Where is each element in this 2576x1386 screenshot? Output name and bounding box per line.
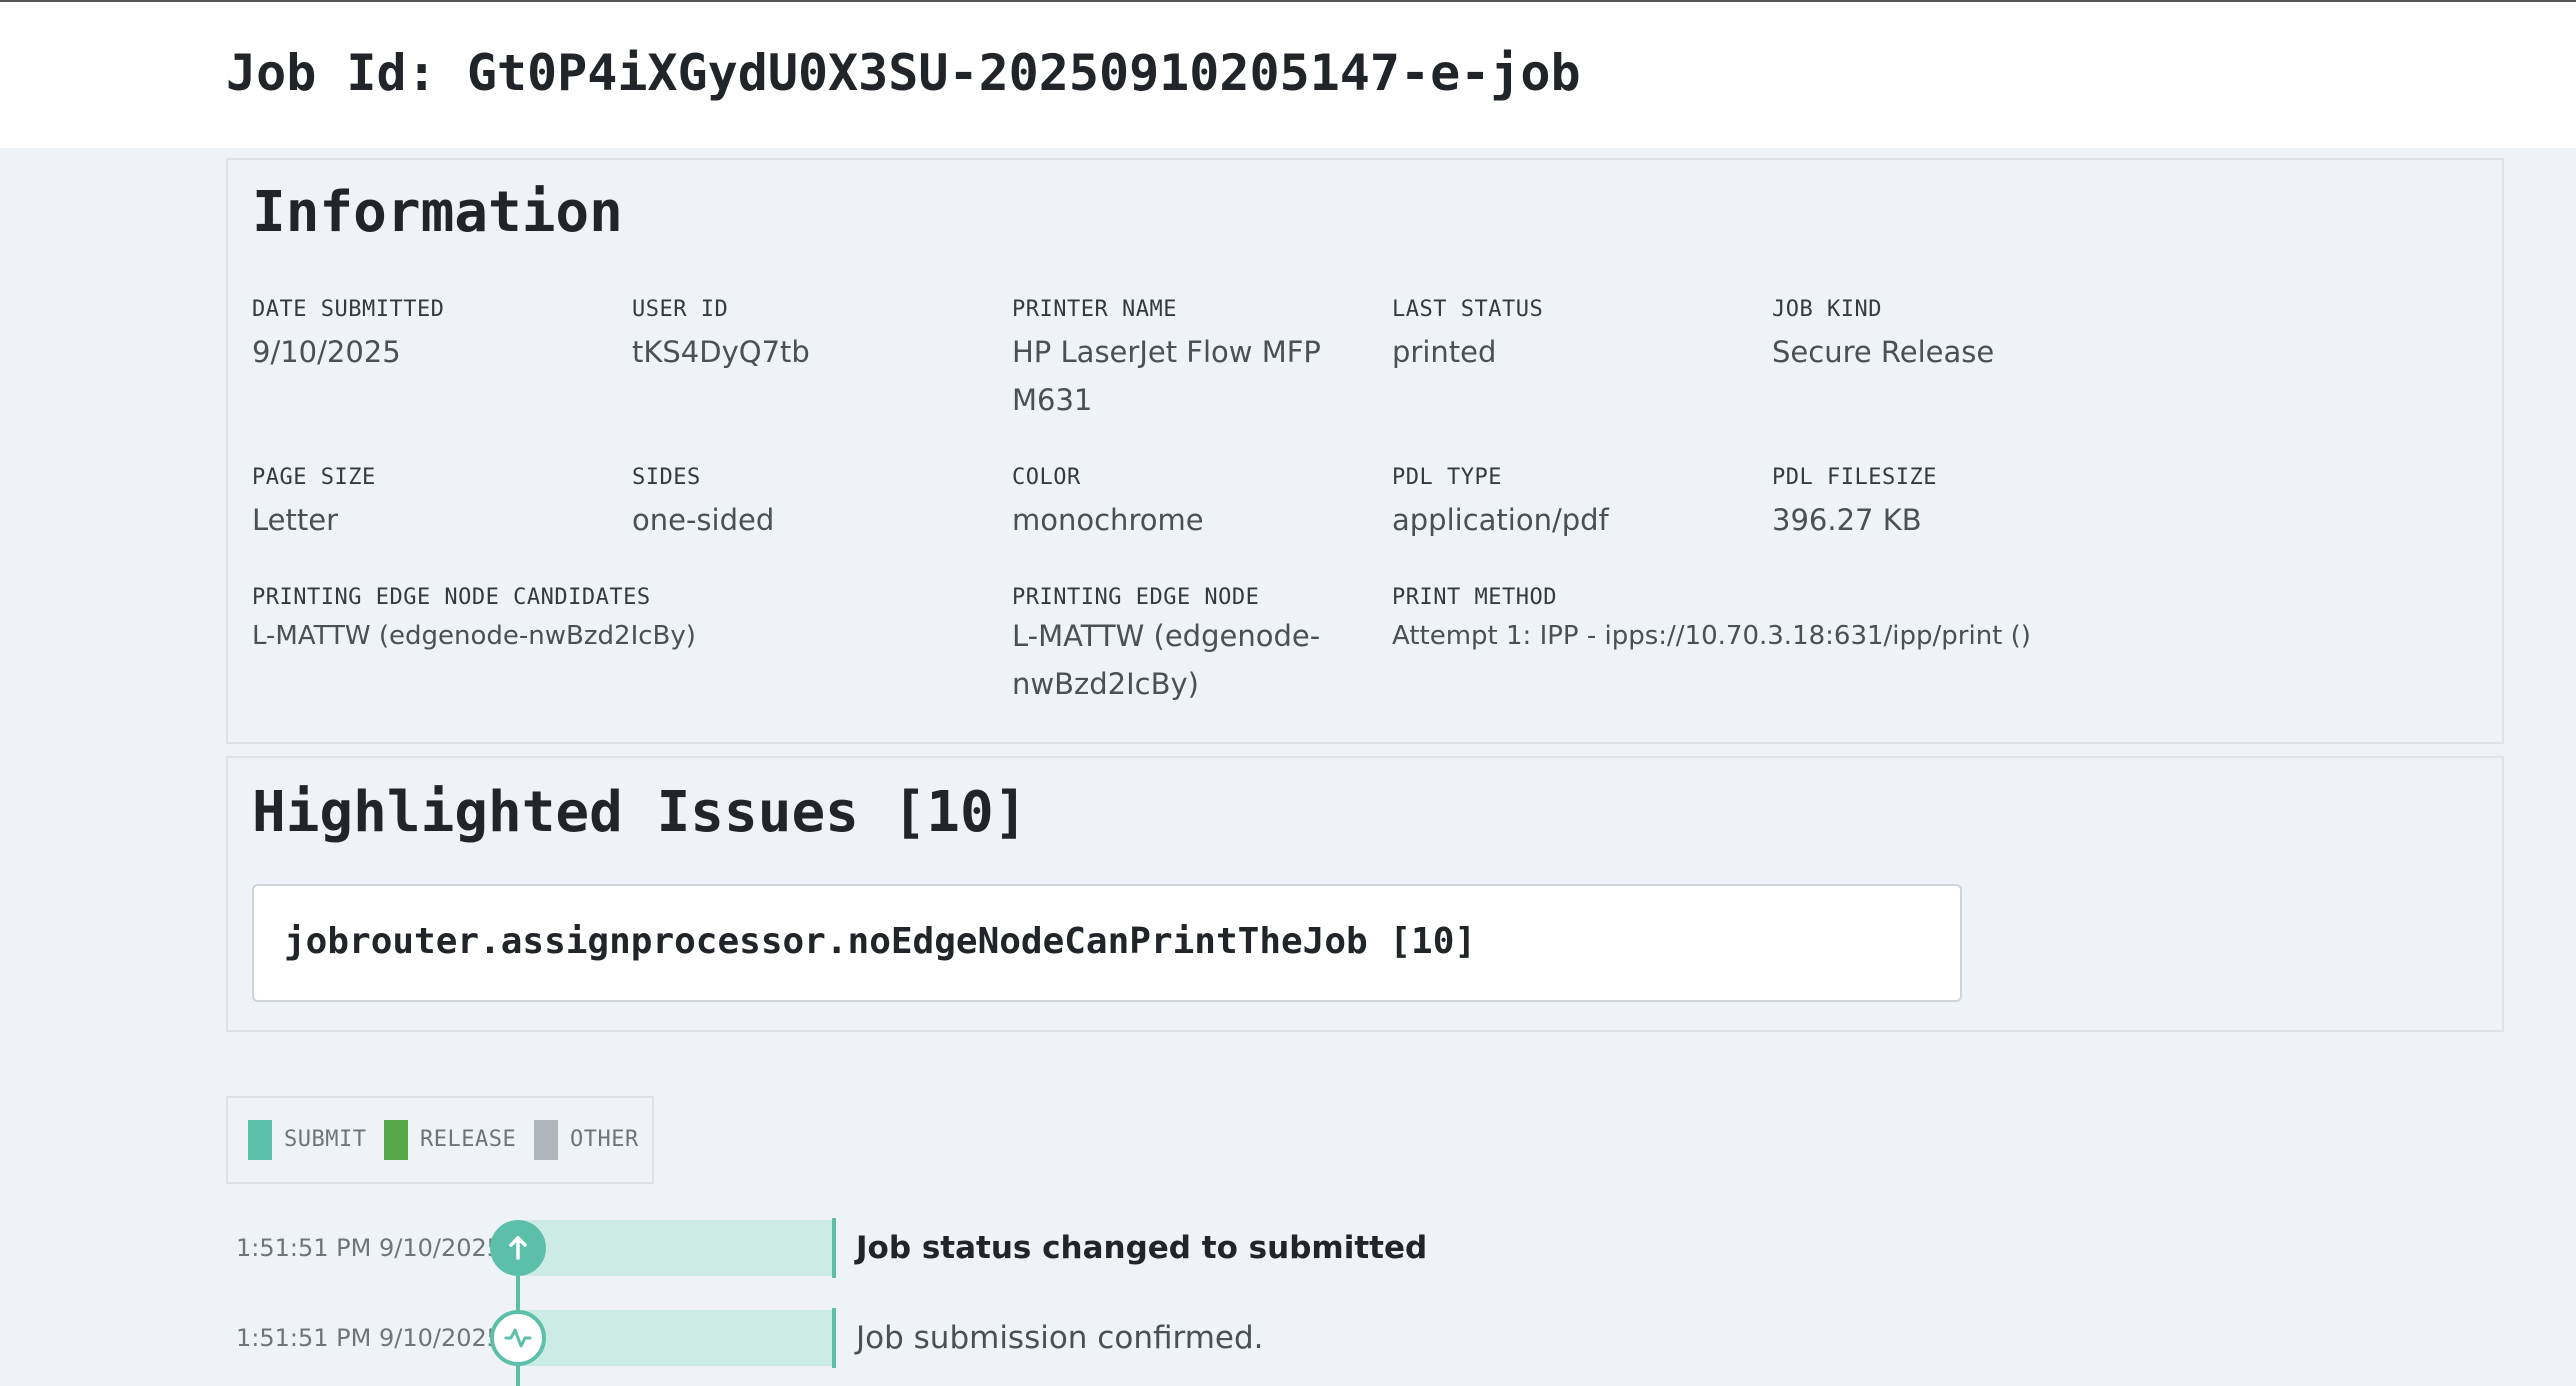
- event-bar: [518, 1310, 834, 1366]
- field-label: DATE SUBMITTED: [252, 297, 445, 322]
- legend-swatch: [248, 1120, 272, 1160]
- field-value: 9/10/2025: [252, 335, 401, 369]
- legend-label: RELEASE: [420, 1127, 517, 1152]
- field-edge-node: PRINTING EDGE NODE L-MATTW (edgenode-nwB…: [1012, 584, 1342, 708]
- field-value: Letter: [252, 503, 338, 537]
- field-page-size: PAGE SIZE Letter: [252, 464, 612, 544]
- field-printer-name: PRINTER NAME HP LaserJet Flow MFP M631: [1012, 296, 1342, 424]
- field-value: Secure Release: [1772, 335, 1995, 369]
- field-job-kind: JOB KIND Secure Release: [1772, 296, 2192, 376]
- field-last-status: LAST STATUS printed: [1392, 296, 1752, 376]
- information-heading: Information: [252, 180, 623, 245]
- field-value: monochrome: [1012, 503, 1204, 537]
- field-label: SIDES: [632, 465, 701, 490]
- field-print-method: PRINT METHOD Attempt 1: IPP - ipps://10.…: [1392, 584, 2152, 660]
- event-bar: [518, 1220, 834, 1276]
- field-edge-node-candidates: PRINTING EDGE NODE CANDIDATES L-MATTW (e…: [252, 584, 992, 660]
- timeline-event[interactable]: 1:51:51 PM 9/10/2025 Job status changed …: [0, 1218, 2576, 1278]
- event-node: [490, 1310, 546, 1366]
- field-value: printed: [1392, 335, 1497, 369]
- event-time: 1:51:51 PM 9/10/2025: [236, 1234, 503, 1262]
- field-label: USER ID: [632, 297, 729, 322]
- highlighted-issues-heading: Highlighted Issues [10]: [252, 780, 1028, 845]
- field-value: HP LaserJet Flow MFP M631: [1012, 335, 1321, 417]
- field-label: LAST STATUS: [1392, 297, 1544, 322]
- field-label: PRINT METHOD: [1392, 585, 1557, 610]
- field-value: L-MATTW (edgenode-nwBzd2IcBy): [252, 621, 696, 651]
- field-label: PRINTING EDGE NODE: [1012, 585, 1260, 610]
- field-label: PDL FILESIZE: [1772, 465, 1937, 490]
- timeline-legend: SUBMIT RELEASE OTHER: [226, 1096, 654, 1184]
- arrow-up-icon: [509, 1236, 527, 1260]
- information-panel: Information DATE SUBMITTED 9/10/2025 USE…: [226, 158, 2504, 744]
- issue-text: jobrouter.assignprocessor.noEdgeNodeCanP…: [284, 921, 1477, 962]
- field-user-id: USER ID tKS4DyQ7tb: [632, 296, 992, 376]
- field-value: application/pdf: [1392, 503, 1609, 537]
- event-bar-marker: [832, 1218, 836, 1278]
- field-label: COLOR: [1012, 465, 1081, 490]
- timeline-event[interactable]: 1:51:51 PM 9/10/2025 Job submission conf…: [0, 1308, 2576, 1368]
- event-node: [490, 1220, 546, 1276]
- legend-label: SUBMIT: [284, 1127, 367, 1152]
- field-label: JOB KIND: [1772, 297, 1882, 322]
- activity-icon: [504, 1328, 532, 1348]
- event-bar-marker: [832, 1308, 836, 1368]
- legend-swatch: [384, 1120, 408, 1160]
- field-label: PRINTING EDGE NODE CANDIDATES: [252, 585, 651, 610]
- field-color: COLOR monochrome: [1012, 464, 1372, 544]
- page-header: Job Id: Gt0P4iXGydU0X3SU-20250910205147-…: [0, 2, 2576, 148]
- field-date-submitted: DATE SUBMITTED 9/10/2025: [252, 296, 612, 376]
- field-label: PDL TYPE: [1392, 465, 1502, 490]
- field-label: PAGE SIZE: [252, 465, 376, 490]
- issue-item[interactable]: jobrouter.assignprocessor.noEdgeNodeCanP…: [252, 884, 1962, 1002]
- field-pdl-filesize: PDL FILESIZE 396.27 KB: [1772, 464, 2192, 544]
- event-message: Job submission confirmed.: [856, 1320, 1264, 1356]
- event-time: 1:51:51 PM 9/10/2025: [236, 1324, 503, 1352]
- event-message: Job status changed to submitted: [856, 1230, 1428, 1266]
- field-value: 396.27 KB: [1772, 503, 1922, 537]
- field-sides: SIDES one-sided: [632, 464, 992, 544]
- page-title: Job Id: Gt0P4iXGydU0X3SU-20250910205147-…: [226, 44, 1581, 102]
- highlighted-issues-panel: Highlighted Issues [10] jobrouter.assign…: [226, 756, 2504, 1032]
- legend-swatch: [534, 1120, 558, 1160]
- legend-label: OTHER: [570, 1127, 639, 1152]
- field-value: tKS4DyQ7tb: [632, 335, 810, 369]
- field-value: Attempt 1: IPP - ipps://10.70.3.18:631/i…: [1392, 621, 2031, 651]
- field-value: L-MATTW (edgenode-nwBzd2IcBy): [1012, 619, 1321, 701]
- field-value: one-sided: [632, 503, 775, 537]
- field-pdl-type: PDL TYPE application/pdf: [1392, 464, 1752, 544]
- field-label: PRINTER NAME: [1012, 297, 1177, 322]
